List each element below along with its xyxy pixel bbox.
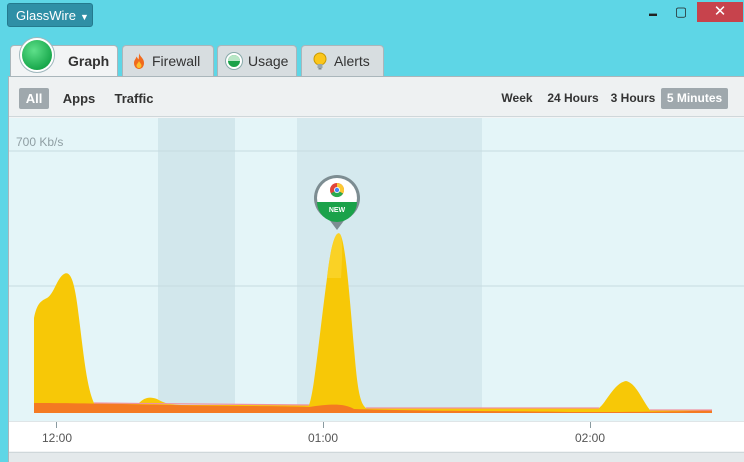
tab-firewall-label: Firewall (152, 53, 201, 69)
time-label: 02:00 (574, 431, 606, 445)
range-24-hours-button[interactable]: 24 Hours (544, 88, 602, 109)
tab-alerts[interactable]: Alerts (301, 45, 384, 76)
bulb-icon (313, 52, 327, 70)
range-5-minutes-button[interactable]: 5 Minutes (661, 88, 728, 109)
minimize-button[interactable]: ▬ (641, 2, 665, 22)
filter-toolbar: All Apps Traffic Week 24 Hours 3 Hours 5… (9, 77, 744, 117)
graph-orb-icon[interactable] (10, 35, 60, 77)
tab-graph-label: Graph (68, 53, 110, 69)
app-menu-label: GlassWire (16, 8, 76, 23)
filter-apps-button[interactable]: Apps (59, 88, 99, 109)
close-icon: ✕ (713, 3, 727, 20)
scroll-strip[interactable] (9, 452, 744, 462)
close-button[interactable]: ✕ (697, 2, 743, 22)
hover-band (158, 118, 235, 413)
maximize-button[interactable]: ▢ (669, 2, 693, 22)
scale-label: 700 Kb/s (16, 135, 63, 149)
fire-icon (134, 53, 144, 69)
network-graph[interactable]: 700 Kb/s NEW (9, 118, 744, 421)
usage-pie-icon (226, 53, 242, 69)
minimize-icon: ▬ (649, 9, 657, 18)
app-menu-button[interactable]: GlassWire ▼ (7, 3, 93, 27)
tab-firewall[interactable]: Firewall (122, 45, 214, 76)
graph-panel: All Apps Traffic Week 24 Hours 3 Hours 5… (8, 76, 744, 462)
new-badge: NEW (329, 207, 346, 214)
time-label: 12:00 (41, 431, 73, 445)
time-label: 01:00 (307, 431, 339, 445)
time-tick (56, 422, 57, 428)
range-week-button[interactable]: Week (498, 88, 536, 109)
maximize-icon: ▢ (674, 4, 688, 19)
time-axis: 12:00 01:00 02:00 (9, 421, 744, 451)
tab-usage[interactable]: Usage (217, 45, 297, 76)
tab-usage-label: Usage (248, 53, 289, 69)
time-tick (590, 422, 591, 428)
tab-alerts-label: Alerts (334, 53, 370, 69)
filter-traffic-button[interactable]: Traffic (110, 88, 158, 109)
time-tick (323, 422, 324, 428)
filter-all-button[interactable]: All (19, 88, 49, 109)
chrome-icon (330, 183, 345, 198)
range-3-hours-button[interactable]: 3 Hours (608, 88, 658, 109)
chevron-down-icon: ▼ (79, 12, 89, 22)
